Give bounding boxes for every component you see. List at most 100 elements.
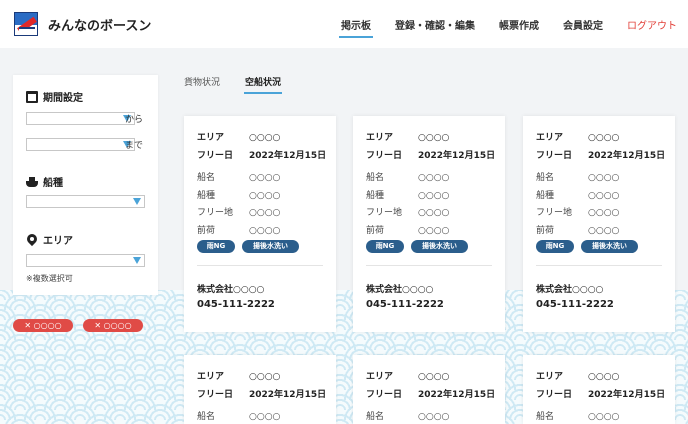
tag-badge: 雨NG <box>197 240 235 253</box>
site-title[interactable]: みんなのボースン <box>48 15 151 34</box>
area-value: ○○○○ <box>588 372 620 382</box>
free-day-key: フリー日 <box>366 151 403 161</box>
nav-bulletin-board[interactable]: 掲示板 <box>339 17 373 38</box>
tag-badge: 揚後水洗い <box>242 240 299 253</box>
ship-card[interactable]: エリア ○○○○ フリー日 2022年12月15日 船名 ○○○○ 船種 ○○○○ フリ… <box>353 116 505 332</box>
ship-name-key: 船名 <box>197 412 216 422</box>
card-divider <box>197 265 323 266</box>
area-key: エリア <box>197 133 225 143</box>
free-place-value: ○○○○ <box>249 208 281 218</box>
free-day-value: 2022年12月15日 <box>418 390 496 400</box>
area-value: ○○○○ <box>418 372 450 382</box>
free-day-value: 2022年12月15日 <box>588 151 666 161</box>
tag-badge: 揚後水洗い <box>411 240 468 253</box>
from-suffix: から <box>125 115 144 125</box>
to-suffix: まで <box>125 141 144 151</box>
free-day-key: フリー日 <box>197 151 234 161</box>
free-place-key: フリー地 <box>197 208 234 218</box>
area-value: ○○○○ <box>249 372 281 382</box>
ship-card[interactable]: エリア ○○○○ フリー日 2022年12月15日 船名 ○○○○ <box>184 355 336 424</box>
free-day-value: 2022年12月15日 <box>249 151 327 161</box>
ship-name-value: ○○○○ <box>249 412 281 422</box>
ship-name-key: 船名 <box>536 412 555 422</box>
ship-type-select[interactable] <box>26 195 145 208</box>
area-value: ○○○○ <box>418 133 450 143</box>
card-divider <box>366 265 492 266</box>
previous-cargo-value: ○○○○ <box>249 226 281 236</box>
free-day-value: 2022年12月15日 <box>249 390 327 400</box>
phone-number: 045-111-2222 <box>536 299 614 310</box>
tab-cargo-status[interactable]: 貨物状況 <box>184 75 220 88</box>
area-value: ○○○○ <box>588 133 620 143</box>
area-key: エリア <box>536 372 564 382</box>
ship-name-key: 船名 <box>197 173 216 183</box>
area-value: ○○○○ <box>249 133 281 143</box>
period-from-select[interactable] <box>26 112 135 125</box>
tag-badge: 雨NG <box>536 240 574 253</box>
free-day-key: フリー日 <box>366 390 403 400</box>
ship-type-key: 船種 <box>536 191 555 201</box>
ship-card[interactable]: エリア ○○○○ フリー日 2022年12月15日 船名 ○○○○ <box>353 355 505 424</box>
company-name: 株式会社○○○○ <box>197 285 265 295</box>
company-name: 株式会社○○○○ <box>366 285 434 295</box>
nav-logout[interactable]: ログアウト <box>627 17 677 32</box>
ship-name-value: ○○○○ <box>418 173 450 183</box>
top-header: みんなのボースン 掲示板 登録・確認・編集 帳票作成 会員設定 ログアウト <box>0 0 688 48</box>
phone-number: 045-111-2222 <box>366 299 444 310</box>
tag-badge: 揚後水洗い <box>581 240 638 253</box>
area-label: エリア <box>26 232 73 247</box>
selected-filter-chip[interactable]: ✕ ○○○○ <box>83 319 143 332</box>
free-day-key: フリー日 <box>536 151 573 161</box>
ship-icon <box>26 176 38 188</box>
previous-cargo-key: 前荷 <box>197 226 216 236</box>
free-place-value: ○○○○ <box>418 208 450 218</box>
free-place-key: フリー地 <box>536 208 573 218</box>
previous-cargo-key: 前荷 <box>366 226 385 236</box>
ship-type-key: 船種 <box>366 191 385 201</box>
ship-name-key: 船名 <box>366 173 385 183</box>
ship-name-key: 船名 <box>536 173 555 183</box>
location-pin-icon <box>26 234 38 246</box>
selected-filter-chip[interactable]: ✕ ○○○○ <box>13 319 73 332</box>
ship-card[interactable]: エリア ○○○○ フリー日 2022年12月15日 船名 ○○○○ <box>523 355 675 424</box>
ship-type-key: 船種 <box>197 191 216 201</box>
period-to-select[interactable] <box>26 138 135 151</box>
ship-name-value: ○○○○ <box>249 173 281 183</box>
tab-empty-ship-status[interactable]: 空船状況 <box>243 75 283 94</box>
ship-name-value: ○○○○ <box>418 412 450 422</box>
previous-cargo-value: ○○○○ <box>418 226 450 236</box>
area-select[interactable] <box>26 254 145 267</box>
tag-badge: 雨NG <box>366 240 404 253</box>
nav-form-creation[interactable]: 帳票作成 <box>499 17 539 32</box>
nav-register-edit[interactable]: 登録・確認・編集 <box>395 17 475 32</box>
ship-name-key: 船名 <box>366 412 385 422</box>
multi-select-note: ※複数選択可 <box>26 274 73 283</box>
free-day-value: 2022年12月15日 <box>588 390 666 400</box>
previous-cargo-value: ○○○○ <box>588 226 620 236</box>
previous-cargo-key: 前荷 <box>536 226 555 236</box>
free-day-key: フリー日 <box>197 390 234 400</box>
free-place-key: フリー地 <box>366 208 403 218</box>
period-label: 期間設定 <box>26 89 83 104</box>
area-key: エリア <box>197 372 225 382</box>
free-place-value: ○○○○ <box>588 208 620 218</box>
ship-name-value: ○○○○ <box>588 412 620 422</box>
ship-type-value: ○○○○ <box>249 191 281 201</box>
logo-icon[interactable] <box>14 12 38 36</box>
free-day-value: 2022年12月15日 <box>418 151 496 161</box>
calendar-icon <box>26 90 38 103</box>
ship-name-value: ○○○○ <box>588 173 620 183</box>
dropdown-arrow-icon <box>133 198 141 205</box>
ship-type-value: ○○○○ <box>418 191 450 201</box>
area-key: エリア <box>366 133 394 143</box>
nav-member-settings[interactable]: 会員設定 <box>563 17 603 32</box>
phone-number: 045-111-2222 <box>197 299 275 310</box>
area-key: エリア <box>366 372 394 382</box>
ship-type-label: 船種 <box>26 174 63 189</box>
ship-card[interactable]: エリア ○○○○ フリー日 2022年12月15日 船名 ○○○○ 船種 ○○○○ フリ… <box>184 116 336 332</box>
ship-card[interactable]: エリア ○○○○ フリー日 2022年12月15日 船名 ○○○○ 船種 ○○○○ フリ… <box>523 116 675 332</box>
filter-panel: 期間設定 から まで 船種 エリア ※複数選択可 <box>13 75 158 295</box>
dropdown-arrow-icon <box>133 257 141 264</box>
company-name: 株式会社○○○○ <box>536 285 604 295</box>
free-day-key: フリー日 <box>536 390 573 400</box>
